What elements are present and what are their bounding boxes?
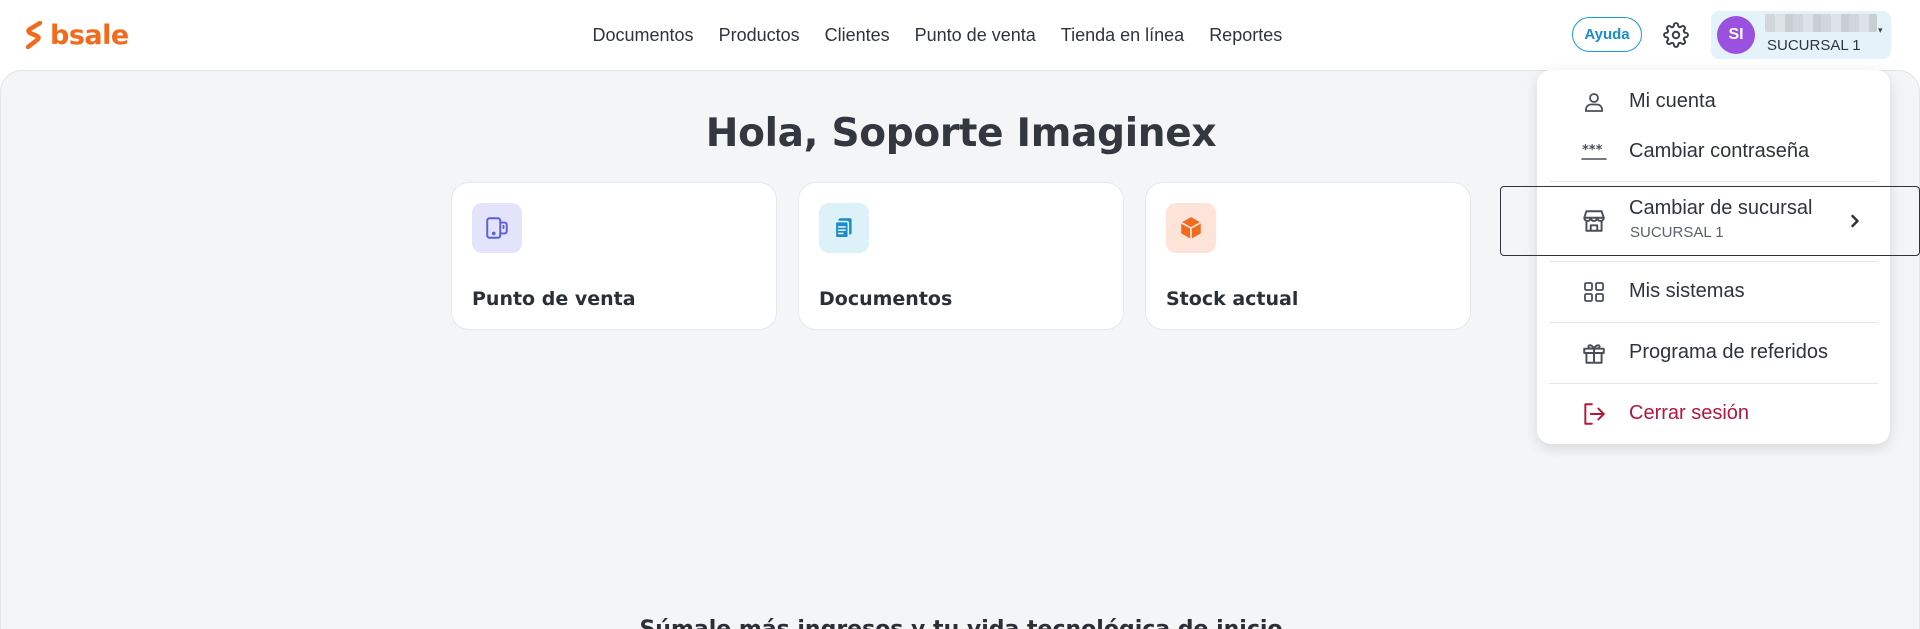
- menu-item-cerrar-sesion[interactable]: Cerrar sesión: [1549, 392, 1878, 436]
- menu-item-label: Mi cuenta: [1629, 90, 1716, 112]
- pos-terminal-icon: [472, 203, 522, 253]
- nav-documentos[interactable]: Documentos: [580, 25, 706, 46]
- document-icon: [819, 203, 869, 253]
- menu-item-mis-sistemas[interactable]: Mis sistemas: [1549, 270, 1878, 314]
- user-dropdown-menu: Mi cuenta *** Cambiar contraseña Cambiar…: [1537, 70, 1890, 444]
- menu-item-label: Cerrar sesión: [1629, 402, 1750, 424]
- svg-text:***: ***: [1582, 143, 1603, 158]
- bsale-logo-icon: [26, 21, 43, 49]
- menu-item-programa-de-referidos[interactable]: Programa de referidos: [1549, 331, 1878, 375]
- menu-item-label: Cambiar contraseña: [1629, 140, 1810, 162]
- menu-item-cambiar-contrasena[interactable]: *** Cambiar contraseña: [1549, 130, 1878, 174]
- top-navigation-bar: bsale Documentos Productos Clientes Punt…: [0, 0, 1920, 70]
- bsale-logo[interactable]: bsale: [26, 19, 129, 51]
- menu-divider: [1549, 322, 1878, 323]
- focus-outline: [1500, 186, 1920, 256]
- menu-divider: [1549, 181, 1878, 182]
- main-nav: Documentos Productos Clientes Punto de v…: [580, 20, 1295, 50]
- avatar: SI: [1717, 16, 1755, 54]
- card-punto-de-venta[interactable]: Punto de venta: [451, 182, 777, 330]
- nav-productos[interactable]: Productos: [706, 25, 812, 46]
- nav-reportes[interactable]: Reportes: [1197, 25, 1295, 46]
- section-heading: Súmale más ingresos y tu vida tecnológic…: [1, 617, 1920, 629]
- user-name-redacted: [1765, 14, 1877, 32]
- menu-divider: [1549, 383, 1878, 384]
- bsale-logo-text: bsale: [50, 19, 129, 51]
- gift-icon: [1580, 339, 1608, 367]
- gear-icon: [1663, 22, 1689, 48]
- card-label: Stock actual: [1166, 288, 1299, 310]
- user-branch-label: SUCURSAL 1: [1767, 37, 1861, 54]
- caret-icon: ▾: [1878, 25, 1883, 35]
- card-label: Documentos: [819, 288, 953, 310]
- user-menu-button[interactable]: SI ▾ SUCURSAL 1: [1711, 11, 1891, 59]
- box-icon: [1166, 203, 1216, 253]
- settings-button[interactable]: [1661, 20, 1691, 50]
- nav-tienda-en-linea[interactable]: Tienda en línea: [1048, 25, 1196, 46]
- menu-item-label: Programa de referidos: [1629, 341, 1828, 363]
- card-label: Punto de venta: [472, 288, 636, 310]
- menu-divider: [1549, 261, 1878, 262]
- menu-item-label: Mis sistemas: [1629, 280, 1745, 302]
- user-icon: [1580, 88, 1608, 116]
- password-icon: ***: [1580, 138, 1608, 166]
- grid-icon: [1580, 278, 1608, 306]
- help-button[interactable]: Ayuda: [1572, 17, 1642, 52]
- nav-clientes[interactable]: Clientes: [812, 25, 902, 46]
- nav-punto-de-venta[interactable]: Punto de venta: [902, 25, 1048, 46]
- card-documentos[interactable]: Documentos: [798, 182, 1124, 330]
- logout-icon: [1580, 400, 1608, 428]
- card-stock-actual[interactable]: Stock actual: [1145, 182, 1471, 330]
- menu-item-mi-cuenta[interactable]: Mi cuenta: [1549, 80, 1878, 124]
